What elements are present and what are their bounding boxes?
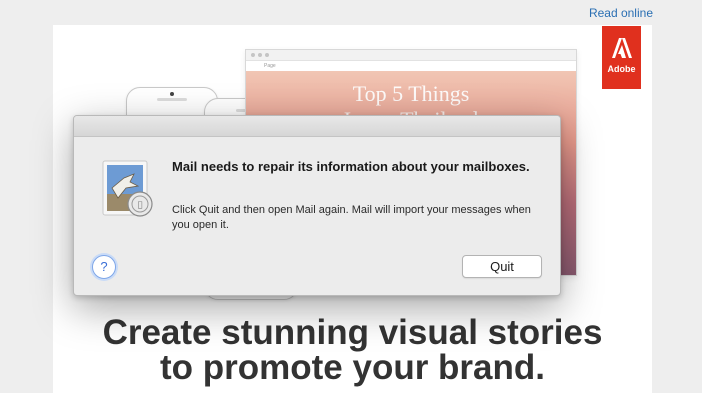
- email-viewer: Read online Adobe Page Top 5 Things Crea…: [0, 0, 702, 393]
- phone-speaker-icon: [157, 98, 187, 101]
- svg-text:: : [138, 200, 143, 209]
- phone-camera-icon: [170, 92, 174, 96]
- headline: Create stunning visual stories to promot…: [53, 315, 652, 385]
- adobe-logo-text: Adobe: [607, 64, 636, 74]
- help-button[interactable]: ?: [92, 255, 116, 279]
- read-online-link[interactable]: Read online: [589, 6, 653, 20]
- mail-repair-dialog:  Mail needs to repair its information a…: [73, 115, 561, 296]
- adobe-logo-icon: [611, 38, 632, 58]
- headline-line-2: to promote your brand.: [160, 348, 545, 387]
- window-dot-icon: [251, 53, 255, 57]
- mail-stamp-icon: : [102, 160, 153, 217]
- dialog-titlebar: [74, 116, 560, 137]
- browser-titlebar: [246, 50, 576, 61]
- hero-title: Top 5 Things: [352, 81, 470, 106]
- window-dot-icon: [258, 53, 262, 57]
- quit-button[interactable]: Quit: [462, 255, 542, 278]
- headline-line-1: Create stunning visual stories: [102, 313, 603, 352]
- adobe-logo[interactable]: Adobe: [602, 26, 641, 89]
- dialog-title: Mail needs to repair its information abo…: [172, 159, 530, 174]
- dialog-message: Click Quit and then open Mail again. Mai…: [172, 204, 531, 231]
- window-dot-icon: [265, 53, 269, 57]
